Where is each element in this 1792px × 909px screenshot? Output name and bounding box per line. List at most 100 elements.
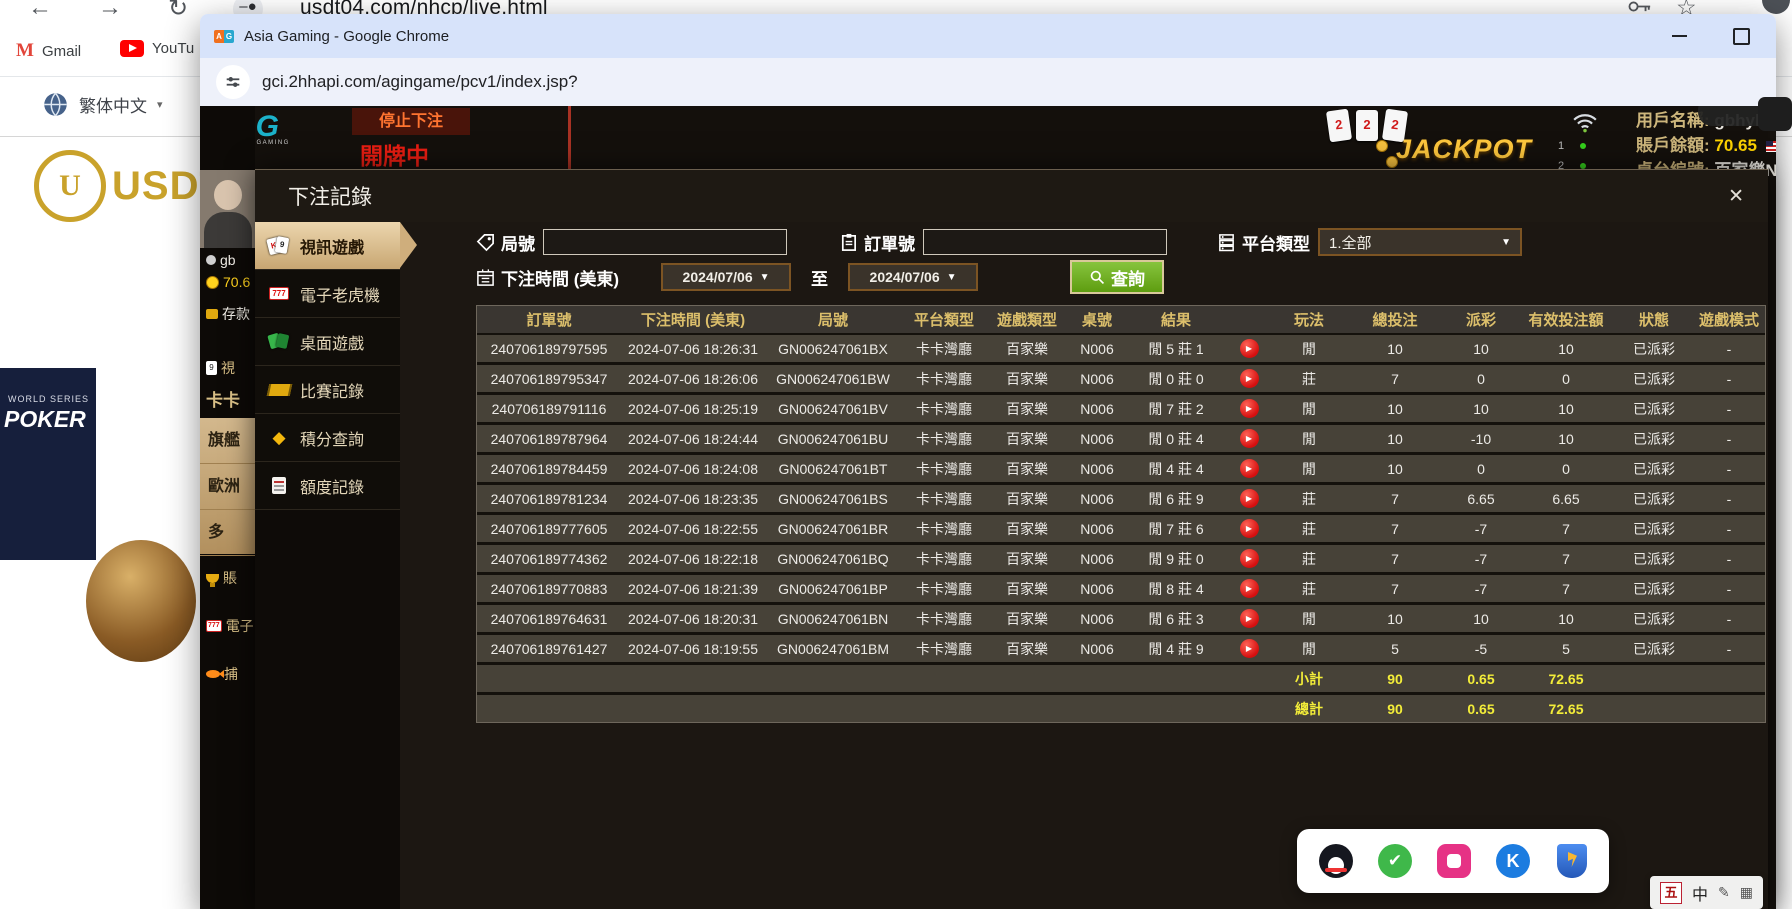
bet-time: 2024-07-06 18:26:31 <box>621 334 765 364</box>
replay-cell: ▶ <box>1225 604 1273 634</box>
order-id: 240706189797595 <box>477 334 621 364</box>
ime-wubi-tile[interactable]: 五 <box>1660 882 1682 904</box>
pink-app-icon[interactable] <box>1437 844 1471 878</box>
payout: -7 <box>1445 574 1517 604</box>
platform-select[interactable]: 1.全部 ▼ <box>1318 228 1522 256</box>
security-shield-icon[interactable] <box>1557 844 1587 878</box>
fishing-menu-fragment[interactable]: 捕 <box>206 664 238 684</box>
popup-address[interactable]: gci.2hhapi.com/agingame/pcv1/index.jsp? <box>262 72 578 92</box>
payout: -7 <box>1445 544 1517 574</box>
replay-play-icon[interactable]: ▶ <box>1240 609 1259 628</box>
to-label: 至 <box>811 265 828 290</box>
menu-item-label: 桌面遊戲 <box>300 330 364 354</box>
platform: 卡卡灣廳 <box>901 604 987 634</box>
hall-item-flagship[interactable]: 旗艦 <box>200 418 255 464</box>
bookmark-label: Gmail <box>42 43 81 60</box>
deposit-button[interactable]: 存款 <box>206 304 250 324</box>
hall-item-europe[interactable]: 歐洲 <box>200 464 255 510</box>
bet-time: 2024-07-06 18:22:55 <box>621 514 765 544</box>
close-icon[interactable]: ✕ <box>1728 185 1744 208</box>
ime-pen-icon[interactable]: ✎ <box>1718 884 1730 901</box>
replay-play-icon[interactable]: ▶ <box>1240 339 1259 358</box>
game-mode: - <box>1693 364 1765 394</box>
table-no: N006 <box>1067 604 1127 634</box>
minimize-button[interactable] <box>1672 35 1687 37</box>
date-from-select[interactable]: 2024/07/06 ▼ <box>661 263 791 291</box>
menu-item-match-ticket[interactable]: 比賽記錄 <box>255 366 400 414</box>
hall-submenu: 旗艦 歐洲 多 <box>200 418 255 554</box>
site-logo[interactable]: U USDT <box>34 150 225 222</box>
result: 閒 5 莊 1 <box>1127 334 1225 364</box>
status: 已派彩 <box>1615 604 1693 634</box>
round-id: GN006247061BP <box>765 574 901 604</box>
table-no: N006 <box>1067 514 1127 544</box>
round-input[interactable] <box>543 229 787 255</box>
slots-menu-fragment[interactable]: 777電子 <box>206 616 254 636</box>
bet-time: 2024-07-06 18:24:44 <box>621 424 765 454</box>
bet-time: 2024-07-06 18:26:06 <box>621 364 765 394</box>
profile-avatar[interactable] <box>1762 0 1790 14</box>
menu-item-label: 電子老虎機 <box>300 282 380 306</box>
search-button[interactable]: 查詢 <box>1070 260 1164 294</box>
forward-icon[interactable]: → <box>98 0 122 22</box>
replay-play-icon[interactable]: ▶ <box>1240 489 1259 508</box>
menu-item-slot-777[interactable]: 777電子老虎機 <box>255 270 400 318</box>
popup-title: Asia Gaming - Google Chrome <box>244 28 449 45</box>
menu-item-video-cards[interactable]: K9視訊遊戲 <box>255 222 400 270</box>
play-side: 閒 <box>1273 394 1345 424</box>
replay-play-icon[interactable]: ▶ <box>1240 459 1259 478</box>
total-bet: 7 <box>1345 574 1445 604</box>
replay-play-icon[interactable]: ▶ <box>1240 369 1259 388</box>
replay-play-icon[interactable]: ▶ <box>1240 399 1259 418</box>
replay-play-icon[interactable]: ▶ <box>1240 429 1259 448</box>
bet-time-label: 下注時間 (美東) <box>501 265 619 290</box>
playing-card: 2 <box>1356 110 1378 141</box>
hall-item-multi[interactable]: 多 <box>200 510 255 556</box>
bookmark-gmail[interactable]: M Gmail <box>16 40 81 62</box>
grand-total-total: 90 <box>1345 694 1445 723</box>
empty <box>477 664 621 694</box>
col-header-2: 局號 <box>765 306 901 334</box>
wechat-icon[interactable]: ✔ <box>1378 844 1412 878</box>
menu-item-label: 視訊遊戲 <box>300 234 364 258</box>
magnifier-icon <box>1089 269 1106 286</box>
replay-cell: ▶ <box>1225 334 1273 364</box>
k-app-icon[interactable]: K <box>1496 844 1530 878</box>
trophy-icon <box>206 574 219 583</box>
platform-icon <box>1217 233 1236 252</box>
bet-time: 2024-07-06 18:19:55 <box>621 634 765 664</box>
hall-title-fragment: 卡卡 <box>206 386 240 411</box>
play-side: 莊 <box>1273 574 1345 604</box>
language-selector[interactable]: 繁体中文 ▾ <box>42 91 163 118</box>
order-id: 240706189784459 <box>477 454 621 484</box>
ime-mode-indicator[interactable]: 中 <box>1692 881 1708 905</box>
bookmark-youtube[interactable]: YouTu <box>120 40 194 57</box>
date-to-select[interactable]: 2024/07/06 ▼ <box>848 263 978 291</box>
reload-icon[interactable]: ↻ <box>168 0 188 23</box>
table-no: N006 <box>1067 334 1127 364</box>
video-menu-fragment[interactable]: 9視 <box>206 358 235 378</box>
valid-bet: 7 <box>1517 514 1615 544</box>
menu-item-table-games[interactable]: 桌面遊戲 <box>255 318 400 366</box>
menu-item-label: 積分查詢 <box>300 426 364 450</box>
maximize-button[interactable] <box>1733 28 1750 45</box>
replay-play-icon[interactable]: ▶ <box>1240 579 1259 598</box>
result: 閒 0 莊 4 <box>1127 424 1225 454</box>
replay-play-icon[interactable]: ▶ <box>1240 549 1259 568</box>
qq-icon[interactable] <box>1319 844 1353 878</box>
game-mode: - <box>1693 544 1765 574</box>
site-settings-icon[interactable] <box>216 65 250 99</box>
valid-bet: 7 <box>1517 574 1615 604</box>
collapsed-widget[interactable] <box>1758 97 1792 131</box>
replay-play-icon[interactable]: ▶ <box>1240 639 1259 658</box>
replay-play-icon[interactable]: ▶ <box>1240 519 1259 538</box>
menu-item-quota-doc[interactable]: 額度記錄 <box>255 462 400 510</box>
ime-keyboard-icon[interactable]: ▦ <box>1740 884 1753 901</box>
replay-cell: ▶ <box>1225 394 1273 424</box>
status: 已派彩 <box>1615 454 1693 484</box>
account-menu-fragment[interactable]: 賬 <box>206 568 237 588</box>
back-icon[interactable]: ← <box>28 0 52 22</box>
status: 已派彩 <box>1615 364 1693 394</box>
menu-item-points-gem[interactable]: ◆積分查詢 <box>255 414 400 462</box>
order-input[interactable] <box>923 229 1167 255</box>
